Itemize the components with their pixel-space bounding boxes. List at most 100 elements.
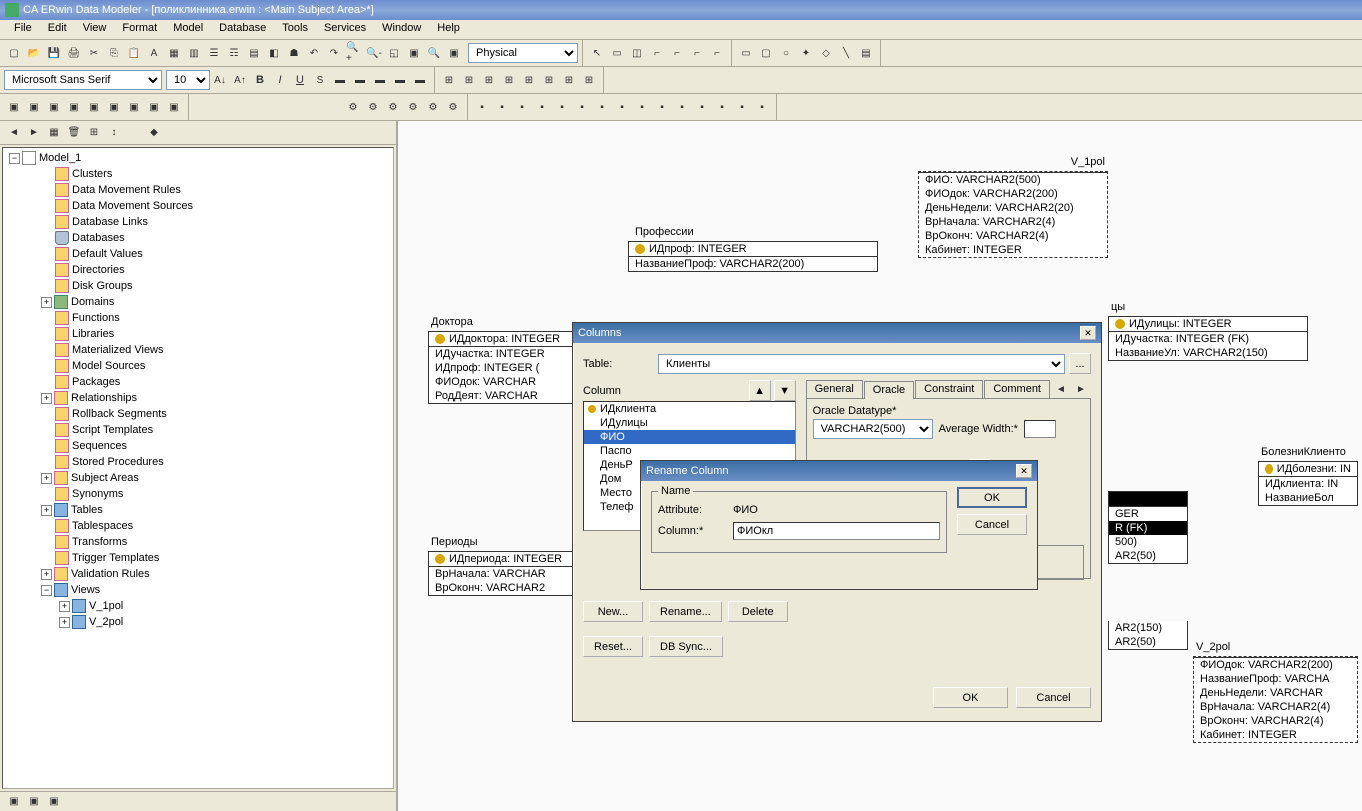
tab-model-icon[interactable]: ▣ <box>45 793 63 811</box>
tool-a-icon[interactable]: A <box>145 44 163 62</box>
entity-fragment-2[interactable]: АR2(150) АR2(50) <box>1108 621 1188 650</box>
tree-item[interactable]: Script Templates <box>5 422 391 438</box>
tree-item[interactable]: +Relationships <box>5 390 391 406</box>
t3o-icon[interactable]: ⚙ <box>444 98 462 116</box>
entity-professions[interactable]: Профессии ИДпроф: INTEGER НазваниеПроф: … <box>628 241 878 272</box>
al12-icon[interactable]: ▪ <box>693 98 711 116</box>
menu-database[interactable]: Database <box>211 20 274 39</box>
entity-doctors[interactable]: Доктора ИДдоктора: INTEGER ИДучастка: IN… <box>428 331 588 404</box>
al2-icon[interactable]: ▪ <box>493 98 511 116</box>
t3d-icon[interactable]: ▣ <box>65 98 83 116</box>
arrow-icon[interactable]: ↖ <box>588 44 606 62</box>
shape-poly-icon[interactable]: ◇ <box>817 44 835 62</box>
column-item[interactable]: Паспо <box>584 444 795 458</box>
column-input[interactable] <box>733 522 940 540</box>
cancel-button[interactable]: Cancel <box>957 514 1027 535</box>
ok-button[interactable]: OK <box>933 687 1008 708</box>
entity-fragment-1[interactable]: GER R (FK) 500) АR2(50) <box>1108 491 1188 564</box>
tx8-icon[interactable]: ⊞ <box>580 71 598 89</box>
entity-icon[interactable]: ▭ <box>608 44 626 62</box>
t3m-icon[interactable]: ⚙ <box>404 98 422 116</box>
entity-streets[interactable]: цы ИДулицы: INTEGER ИДучастка: INTEGER (… <box>1108 316 1308 361</box>
tree-item[interactable]: +Validation Rules <box>5 566 391 582</box>
menu-model[interactable]: Model <box>165 20 211 39</box>
tree-item[interactable]: Directories <box>5 262 391 278</box>
al14-icon[interactable]: ▪ <box>733 98 751 116</box>
tx1-icon[interactable]: ⊞ <box>440 71 458 89</box>
color4-icon[interactable]: ▬ <box>391 71 409 89</box>
shape-ellipse-icon[interactable]: ○ <box>777 44 795 62</box>
tab-subject-icon[interactable]: ▣ <box>5 793 23 811</box>
rel1-icon[interactable]: ⌐ <box>648 44 666 62</box>
close-icon[interactable]: ✕ <box>1016 464 1032 478</box>
zoom-in-icon[interactable]: 🔍+ <box>345 44 363 62</box>
entity-periods[interactable]: Периоды ИДпериода: INTEGER ВрНачала: VAR… <box>428 551 588 596</box>
dbsync-button[interactable]: DB Sync... <box>649 636 723 657</box>
save-icon[interactable]: 💾 <box>45 44 63 62</box>
print-icon[interactable]: 🖨 <box>65 44 83 62</box>
open-icon[interactable]: 📂 <box>25 44 43 62</box>
undo-icon[interactable]: ↶ <box>305 44 323 62</box>
entity-v1pol[interactable]: V_1pol ФИО: VARCHAR2(500) ФИОдок: VARCHA… <box>918 171 1108 258</box>
tree-view-v2pol[interactable]: +V_2pol <box>5 614 391 630</box>
menu-view[interactable]: View <box>75 20 115 39</box>
color2-icon[interactable]: ▬ <box>351 71 369 89</box>
tree-item[interactable]: −Views <box>5 582 391 598</box>
close-icon[interactable]: ✕ <box>1080 326 1096 340</box>
nav-prev-icon[interactable]: ◄ <box>5 124 23 142</box>
tx5-icon[interactable]: ⊞ <box>520 71 538 89</box>
t3j-icon[interactable]: ⚙ <box>344 98 362 116</box>
t3i-icon[interactable]: ▣ <box>165 98 183 116</box>
tree-item[interactable]: Synonyms <box>5 486 391 502</box>
move-down-button[interactable]: ▼ <box>774 380 796 401</box>
tx3-icon[interactable]: ⊞ <box>480 71 498 89</box>
shape-rect-icon[interactable]: ▭ <box>737 44 755 62</box>
color1-icon[interactable]: ▬ <box>331 71 349 89</box>
shape-line-icon[interactable]: ╲ <box>837 44 855 62</box>
al1-icon[interactable]: ▪ <box>473 98 491 116</box>
zoom-out-icon[interactable]: 🔍- <box>365 44 383 62</box>
datatype-combo[interactable]: VARCHAR2(500) <box>813 419 933 439</box>
zoom-fit-icon[interactable]: ◱ <box>385 44 403 62</box>
tree-root[interactable]: −Model_1 <box>5 150 391 166</box>
zoom-100-icon[interactable]: ▣ <box>405 44 423 62</box>
tree-item[interactable]: Materialized Views <box>5 342 391 358</box>
entity-illnesses[interactable]: БолезниКлиенто ИДболезни: IN ИДклиента: … <box>1258 461 1358 506</box>
tree-item[interactable]: Default Values <box>5 246 391 262</box>
size-combo[interactable]: 10 <box>166 70 210 90</box>
column-item[interactable]: ИДулицы <box>584 416 795 430</box>
delete-button[interactable]: Delete <box>728 601 788 622</box>
menu-edit[interactable]: Edit <box>40 20 75 39</box>
rel3-icon[interactable]: ⌐ <box>688 44 706 62</box>
al4-icon[interactable]: ▪ <box>533 98 551 116</box>
avgwidth-input[interactable] <box>1024 420 1056 438</box>
tree-item[interactable]: +Subject Areas <box>5 470 391 486</box>
al7-icon[interactable]: ▪ <box>593 98 611 116</box>
t3a-icon[interactable]: ▣ <box>5 98 23 116</box>
al8-icon[interactable]: ▪ <box>613 98 631 116</box>
nav-next-icon[interactable]: ► <box>25 124 43 142</box>
t3h-icon[interactable]: ▣ <box>145 98 163 116</box>
tree-item[interactable]: Disk Groups <box>5 278 391 294</box>
table-browse-button[interactable]: ... <box>1069 353 1091 374</box>
tree-item[interactable]: Packages <box>5 374 391 390</box>
view-mode-combo[interactable]: Physical <box>468 43 578 63</box>
ok-button[interactable]: OK <box>957 487 1027 508</box>
paste-icon[interactable]: 📋 <box>125 44 143 62</box>
al3-icon[interactable]: ▪ <box>513 98 531 116</box>
tree-item[interactable]: +Domains <box>5 294 391 310</box>
menu-window[interactable]: Window <box>374 20 429 39</box>
tree-item[interactable]: Stored Procedures <box>5 454 391 470</box>
rel2-icon[interactable]: ⌐ <box>668 44 686 62</box>
color3-icon[interactable]: ▬ <box>371 71 389 89</box>
menu-services[interactable]: Services <box>316 20 374 39</box>
menu-help[interactable]: Help <box>429 20 468 39</box>
cut-icon[interactable]: ✂ <box>85 44 103 62</box>
tree-item[interactable]: Database Links <box>5 214 391 230</box>
ex-tag-icon[interactable]: ◆ <box>145 124 163 142</box>
tab-scroll-right-icon[interactable]: ► <box>1072 380 1090 398</box>
rename-button[interactable]: Rename... <box>649 601 722 622</box>
tab-comment[interactable]: Comment <box>984 380 1050 398</box>
al9-icon[interactable]: ▪ <box>633 98 651 116</box>
tab-general[interactable]: General <box>806 380 863 398</box>
